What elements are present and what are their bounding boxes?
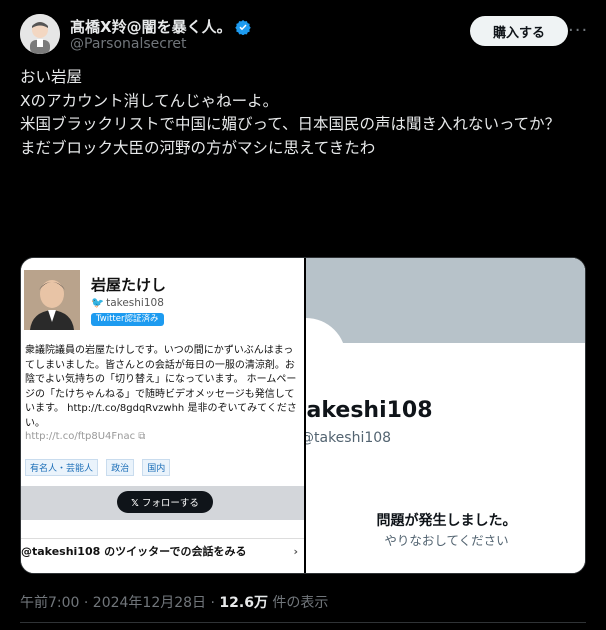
profile-link: http://t.co/ftp8U4Fnac ⧉ — [25, 431, 145, 442]
profile-handle: 🐦 takeshi108 — [91, 296, 164, 309]
verified-badge-icon — [234, 19, 251, 39]
profile-link-text: http://t.co/ftp8U4Fnac — [25, 431, 136, 442]
tweet-text: おい岩屋 Xのアカウント消してんじゃねーよ。 米国ブラックリストで中国に媚びって… — [20, 66, 586, 160]
tag-item: 政治 — [106, 459, 135, 476]
x-logo-icon: 𝕏 — [131, 498, 139, 509]
view-count: 12.6万 — [219, 595, 268, 611]
media-image-right[interactable]: takeshi108 @takeshi108 問題が発生しました。 やりなおして… — [306, 258, 585, 573]
more-options-icon[interactable]: ··· — [568, 20, 588, 41]
verified-label: Twitter認証済み — [91, 313, 164, 326]
tweet-line: おい岩屋 — [20, 68, 83, 86]
chevron-right-icon: › — [293, 545, 298, 558]
buy-button[interactable]: 購入する — [470, 16, 568, 46]
tweet-line: まだブロック大臣の河野の方がマシに思えてきたわ — [20, 138, 376, 157]
convo-text: @takeshi108 のツイッターでの会話をみる — [21, 545, 247, 558]
profile-handle-text: takeshi108 — [106, 297, 164, 309]
timestamp[interactable]: 午前7:00 · 2024年12月28日 · — [20, 595, 219, 611]
divider-line — [20, 622, 586, 623]
tag-item: 国内 — [142, 459, 171, 476]
follow-area: 𝕏 フォローする — [21, 486, 304, 520]
tweet-line: Xのアカウント消してんじゃねーよ。 — [20, 91, 279, 110]
tweet-meta: 午前7:00 · 2024年12月28日 · 12.6万 件の表示 — [20, 592, 328, 612]
retry-message: やりなおしてください — [384, 533, 509, 548]
external-link-icon: ⧉ — [138, 431, 146, 442]
avatar-illustration — [20, 14, 60, 54]
profile-name: 岩屋たけし — [91, 276, 167, 294]
media-attachment[interactable]: 岩屋たけし 🐦 takeshi108 Twitter認証済み 衆議院議員の岩屋たけ… — [20, 257, 586, 574]
view-suffix: 件の表示 — [267, 595, 329, 611]
tag-list: 有名人・芸能人 政治 国内 — [25, 456, 173, 476]
tweet-line: 米国ブラックリストで中国に媚びって、日本国民の声は聞き入れないってか？ — [20, 115, 561, 133]
follow-label: フォローする — [141, 498, 199, 509]
follow-button: 𝕏 フォローする — [117, 491, 213, 513]
media-image-left[interactable]: 岩屋たけし 🐦 takeshi108 Twitter認証済み 衆議院議員の岩屋たけ… — [21, 258, 304, 573]
tweet-header: 髙橋X羚@闇を暴く人。 @Parsonalsecret 購入する ··· — [20, 14, 590, 58]
bird-icon: 🐦 — [91, 297, 105, 309]
view-conversation-link: @takeshi108 のツイッターでの会話をみる › — [21, 538, 304, 565]
profile-name-cropped: takeshi108 — [306, 398, 433, 423]
tag-item: 有名人・芸能人 — [25, 459, 99, 476]
author-avatar[interactable] — [20, 14, 60, 54]
profile-banner — [306, 258, 585, 343]
profile-photo — [24, 270, 80, 330]
author-handle[interactable]: @Parsonalsecret — [70, 36, 187, 52]
profile-bio: 衆議院議員の岩屋たけしです。いつの間にかずいぶんはまってしまいました。皆さんとの… — [25, 345, 297, 429]
error-message: 問題が発生しました。 — [376, 513, 517, 529]
profile-handle-cropped: @takeshi108 — [306, 430, 392, 446]
author-name-text: 髙橋X羚@闇を暴く人。 — [70, 18, 232, 36]
